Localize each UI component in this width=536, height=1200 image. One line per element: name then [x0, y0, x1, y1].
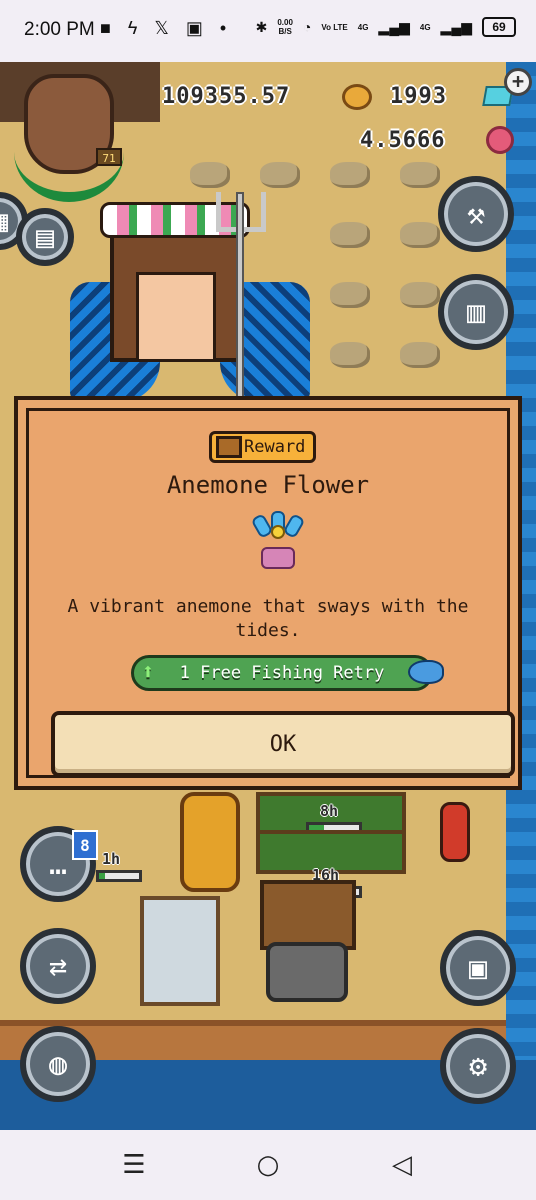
rock[interactable]	[400, 162, 440, 188]
dialog-description: A vibrant anemone that sways with the ti…	[67, 596, 469, 641]
rock[interactable]	[330, 222, 370, 248]
trade-button[interactable]: ⇄	[20, 928, 96, 1004]
display-case[interactable]	[140, 896, 220, 1006]
coin-count: 109355.57	[162, 84, 291, 109]
chest-icon	[216, 436, 242, 458]
signal-icon-2: ▂▄▆	[440, 18, 472, 35]
parrot[interactable]	[440, 802, 470, 862]
beehive[interactable]	[180, 792, 240, 892]
calendar-icon: ▦	[0, 204, 8, 239]
flower-count: 4.5666	[360, 128, 446, 153]
toolbox-button[interactable]: ▥	[438, 274, 514, 350]
shop-button[interactable]: ▤	[16, 208, 74, 266]
save-button[interactable]: ▣	[440, 930, 516, 1006]
well[interactable]	[266, 942, 348, 1002]
plot-timer-label: 8h	[320, 802, 339, 820]
side-timer-bar	[96, 870, 142, 882]
back-icon[interactable]: ◁	[384, 1148, 420, 1184]
dialog-title: Anemone Flower	[166, 471, 370, 499]
rock[interactable]	[400, 282, 440, 308]
build-button[interactable]: ⚒	[438, 176, 514, 252]
shop-icon: ▤	[35, 219, 55, 255]
floppy-disk-icon: ▣	[468, 950, 488, 986]
clock: 2:00 PM	[24, 19, 95, 40]
character-face	[136, 272, 216, 362]
hammer-icon: ⚒	[466, 196, 486, 232]
trade-icon: ⇄	[48, 948, 68, 984]
notification-icons: ■ ϟ 𝕏 ▣ •	[100, 18, 233, 38]
globe-icon: ◍	[48, 1046, 68, 1082]
perk-banner: ⬆ 1 Free Fishing Retry	[131, 655, 444, 691]
screen: 2:00 PM ■ ϟ 𝕏 ▣ • ✱ 0.00 B/S ◔ Vo LTE 4G…	[0, 0, 536, 1200]
level-badge: 71	[96, 148, 122, 166]
coin-icon	[342, 84, 372, 110]
rock[interactable]	[330, 162, 370, 188]
rock[interactable]	[260, 162, 300, 188]
chat-icon: …	[48, 846, 68, 882]
upgrade-arrow-icon: ⬆	[141, 660, 155, 685]
wifi-icon: ◔	[302, 19, 312, 35]
signal-icon-1: ▂▄▆	[378, 18, 410, 35]
rock[interactable]	[400, 342, 440, 368]
reward-tag-label: Reward	[244, 437, 306, 457]
status-bar: 2:00 PM ■ ϟ 𝕏 ▣ • ✱ 0.00 B/S ◔ Vo LTE 4G…	[0, 0, 536, 62]
dialog-panel: Reward Anemone Flower A vibrant anemone …	[26, 408, 515, 778]
fish-icon	[408, 660, 444, 684]
gem-count: 1993	[390, 84, 447, 109]
network-1: 4G	[357, 22, 369, 32]
reward-tag: Reward	[209, 431, 317, 463]
network-2: 4G	[419, 22, 431, 32]
battery-icon: 69	[482, 17, 516, 37]
settings-button[interactable]: ⚙	[440, 1028, 516, 1104]
ok-button[interactable]: OK	[51, 711, 515, 777]
rock[interactable]	[190, 162, 230, 188]
recent-apps-icon[interactable]: ☰	[116, 1148, 152, 1184]
net-speed: 0.00 B/S	[277, 18, 293, 36]
navigation-bar: ☰ ○ ◁	[0, 1130, 536, 1200]
flower-currency-icon	[486, 126, 514, 154]
perk-label: 1 Free Fishing Retry	[179, 663, 385, 683]
anemone-flower-icon	[250, 511, 306, 571]
side-timer-label: 1h	[102, 850, 121, 868]
well-roof[interactable]	[260, 880, 356, 950]
reward-dialog: Reward Anemone Flower A vibrant anemone …	[14, 396, 522, 790]
gear-icon: ⚙	[468, 1048, 488, 1084]
bluetooth-icon: ✱	[255, 18, 268, 35]
world-map-button[interactable]: ◍	[20, 1026, 96, 1102]
rock[interactable]	[330, 342, 370, 368]
toolbox-icon: ▥	[466, 294, 486, 330]
rock[interactable]	[330, 282, 370, 308]
rock[interactable]	[400, 222, 440, 248]
add-gems-icon[interactable]: +	[504, 68, 532, 96]
volte-label: Vo LTE	[321, 22, 348, 32]
chat-notification-badge: 8	[72, 830, 98, 860]
system-icons: ✱ 0.00 B/S ◔ Vo LTE 4G ▂▄▆ 4G ▂▄▆ 69	[256, 17, 516, 37]
home-icon[interactable]: ○	[250, 1148, 286, 1184]
